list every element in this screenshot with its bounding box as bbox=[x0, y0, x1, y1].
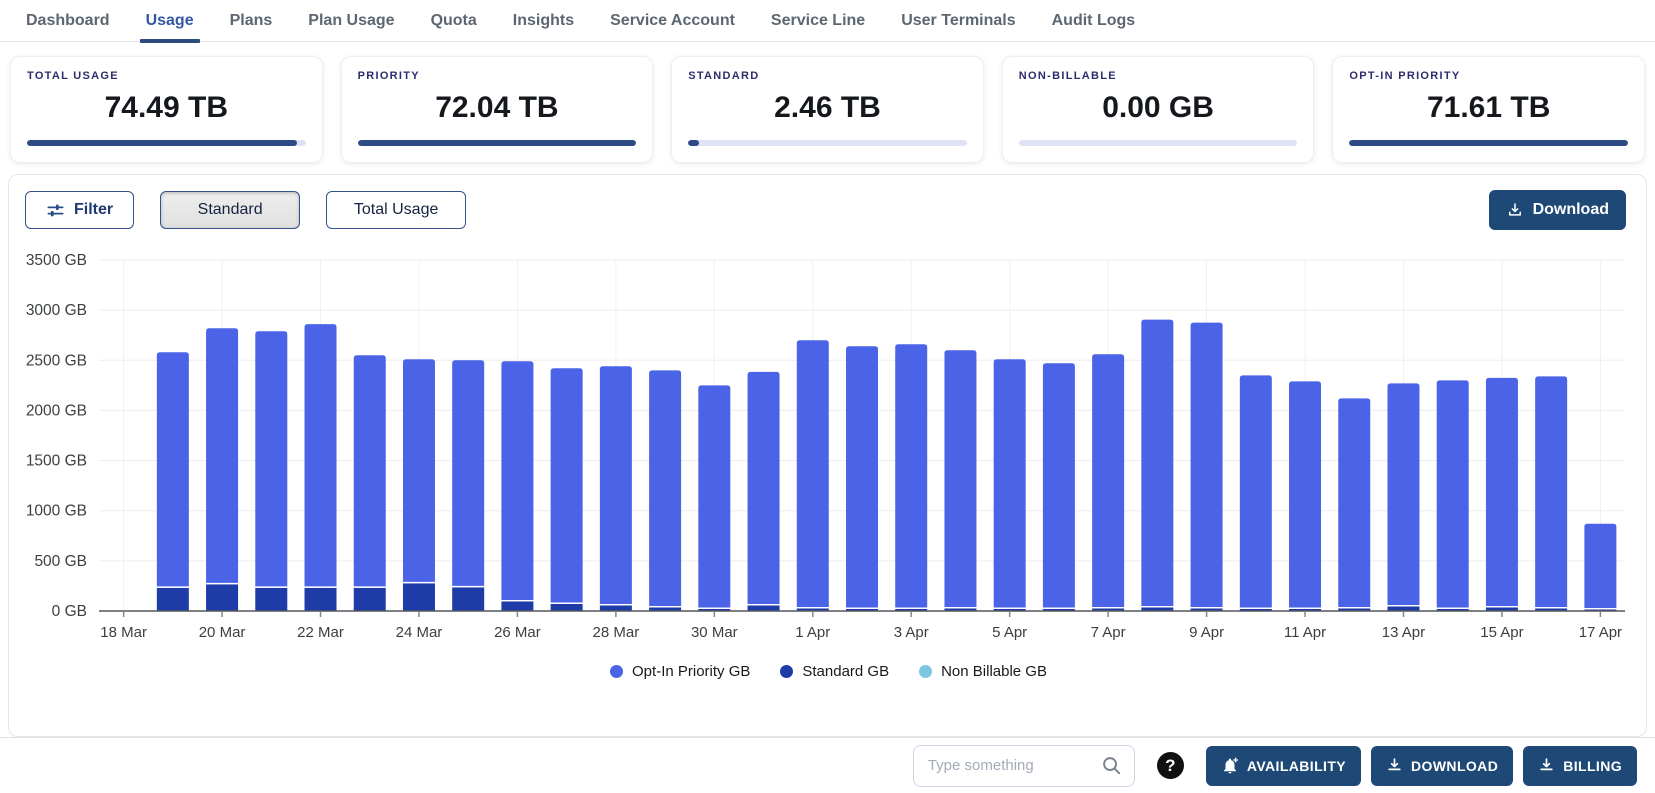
legend-label: Opt-In Priority GB bbox=[632, 663, 750, 680]
svg-text:22 Mar: 22 Mar bbox=[297, 624, 344, 641]
nav-tab-insights[interactable]: Insights bbox=[513, 0, 574, 42]
svg-text:500 GB: 500 GB bbox=[34, 553, 87, 570]
legend-item-non-billable[interactable]: Non Billable GB bbox=[919, 663, 1047, 680]
svg-text:30 Mar: 30 Mar bbox=[691, 624, 738, 641]
chart-toolbar: Filter Standard Total Usage Download bbox=[9, 175, 1646, 240]
svg-text:0 GB: 0 GB bbox=[52, 603, 87, 620]
svg-text:2500 GB: 2500 GB bbox=[26, 352, 87, 369]
svg-text:28 Mar: 28 Mar bbox=[593, 624, 640, 641]
svg-text:1 Apr: 1 Apr bbox=[795, 624, 830, 641]
svg-text:1000 GB: 1000 GB bbox=[26, 503, 87, 520]
help-button[interactable]: ? bbox=[1157, 752, 1184, 779]
download-icon bbox=[1506, 201, 1524, 219]
legend-item-standard[interactable]: Standard GB bbox=[780, 663, 889, 680]
svg-text:20 Mar: 20 Mar bbox=[199, 624, 246, 641]
legend-dot-non-billable bbox=[919, 665, 932, 678]
usage-panel: Filter Standard Total Usage Download 0 G… bbox=[8, 174, 1647, 737]
usage-stacked-bar-chart: 0 GB 500 GB 1000 GB 1500 GB 2000 GB 2500 GB 30… bbox=[19, 246, 1639, 648]
filter-button[interactable]: Filter bbox=[25, 191, 134, 229]
view-toggle-standard[interactable]: Standard bbox=[160, 191, 300, 229]
nav-tab-usage[interactable]: Usage bbox=[146, 0, 194, 42]
download-button[interactable]: Download bbox=[1489, 190, 1626, 230]
download-report-button[interactable]: DOWNLOAD bbox=[1371, 746, 1513, 786]
svg-text:13 Apr: 13 Apr bbox=[1382, 624, 1425, 641]
search-box bbox=[913, 745, 1135, 787]
nav-tab-service-line[interactable]: Service Line bbox=[771, 0, 865, 42]
view-toggle-label: Standard bbox=[198, 201, 263, 219]
download-icon bbox=[1538, 757, 1555, 774]
availability-button-label: AVAILABILITY bbox=[1247, 758, 1346, 774]
card-value: 0.00 GB bbox=[1019, 91, 1298, 125]
progress-bar-fill bbox=[27, 140, 297, 146]
svg-text:11 Apr: 11 Apr bbox=[1284, 624, 1326, 641]
nav-tab-plan-usage[interactable]: Plan Usage bbox=[308, 0, 394, 42]
card-value: 74.49 TB bbox=[27, 91, 306, 125]
legend-label: Non Billable GB bbox=[941, 663, 1047, 680]
search-icon[interactable] bbox=[1100, 754, 1123, 782]
progress-bar-fill bbox=[358, 140, 637, 146]
legend-item-opt-in-priority[interactable]: Opt-In Priority GB bbox=[610, 663, 750, 680]
billing-button-label: BILLING bbox=[1563, 758, 1622, 774]
card-value: 2.46 TB bbox=[688, 91, 967, 125]
card-label: PRIORITY bbox=[358, 70, 637, 82]
progress-bar bbox=[688, 140, 967, 146]
filter-button-label: Filter bbox=[74, 201, 113, 219]
svg-text:18 Mar: 18 Mar bbox=[100, 624, 147, 641]
card-opt-in-priority: OPT-IN PRIORITY 71.61 TB bbox=[1332, 56, 1645, 163]
card-non-billable: NON-BILLABLE 0.00 GB bbox=[1002, 56, 1315, 163]
progress-bar-fill bbox=[688, 140, 699, 146]
card-value: 72.04 TB bbox=[358, 91, 637, 125]
svg-text:5 Apr: 5 Apr bbox=[992, 624, 1027, 641]
download-button-label: Download bbox=[1533, 201, 1609, 219]
nav-tab-quota[interactable]: Quota bbox=[431, 0, 477, 42]
download-report-button-label: DOWNLOAD bbox=[1411, 758, 1498, 774]
nav-tab-audit-logs[interactable]: Audit Logs bbox=[1052, 0, 1136, 42]
view-toggle-total-usage[interactable]: Total Usage bbox=[326, 191, 466, 229]
card-standard: STANDARD 2.46 TB bbox=[671, 56, 984, 163]
svg-text:15 Apr: 15 Apr bbox=[1480, 624, 1523, 641]
chart-legend: Opt-In Priority GB Standard GB Non Billa… bbox=[19, 663, 1638, 680]
top-navbar: Dashboard Usage Plans Plan Usage Quota I… bbox=[0, 0, 1655, 42]
billing-button[interactable]: BILLING bbox=[1523, 746, 1637, 786]
progress-bar bbox=[358, 140, 637, 146]
nav-tab-dashboard[interactable]: Dashboard bbox=[26, 0, 110, 42]
bell-plus-icon bbox=[1221, 757, 1239, 775]
svg-text:3500 GB: 3500 GB bbox=[26, 252, 87, 269]
card-label: STANDARD bbox=[688, 70, 967, 82]
help-icon: ? bbox=[1165, 756, 1175, 776]
availability-button[interactable]: AVAILABILITY bbox=[1206, 746, 1361, 786]
progress-bar-fill bbox=[1349, 140, 1628, 146]
svg-text:24 Mar: 24 Mar bbox=[396, 624, 443, 641]
svg-text:7 Apr: 7 Apr bbox=[1091, 624, 1126, 641]
legend-dot-opt-in-priority bbox=[610, 665, 623, 678]
legend-label: Standard GB bbox=[802, 663, 889, 680]
download-icon bbox=[1386, 757, 1403, 774]
svg-text:3 Apr: 3 Apr bbox=[894, 624, 929, 641]
progress-bar bbox=[1349, 140, 1628, 146]
card-value: 71.61 TB bbox=[1349, 91, 1628, 125]
nav-tab-service-account[interactable]: Service Account bbox=[610, 0, 735, 42]
bottom-toolbar: ? AVAILABILITY DOWNLOAD BILLING bbox=[0, 737, 1655, 793]
card-label: NON-BILLABLE bbox=[1019, 70, 1298, 82]
chart-area: 0 GB 500 GB 1000 GB 1500 GB 2000 GB 2500 GB 30… bbox=[9, 240, 1646, 680]
card-total-usage: TOTAL USAGE 74.49 TB bbox=[10, 56, 323, 163]
svg-text:17 Apr: 17 Apr bbox=[1579, 624, 1622, 641]
card-priority: PRIORITY 72.04 TB bbox=[341, 56, 654, 163]
nav-tab-plans[interactable]: Plans bbox=[230, 0, 273, 42]
legend-dot-standard bbox=[780, 665, 793, 678]
filter-icon bbox=[46, 201, 65, 220]
svg-text:26 Mar: 26 Mar bbox=[494, 624, 541, 641]
progress-bar bbox=[1019, 140, 1298, 146]
view-toggle-label: Total Usage bbox=[354, 201, 439, 219]
svg-text:9 Apr: 9 Apr bbox=[1189, 624, 1224, 641]
svg-text:1500 GB: 1500 GB bbox=[26, 453, 87, 470]
card-label: TOTAL USAGE bbox=[27, 70, 306, 82]
card-label: OPT-IN PRIORITY bbox=[1349, 70, 1628, 82]
nav-tab-user-terminals[interactable]: User Terminals bbox=[901, 0, 1015, 42]
progress-bar bbox=[27, 140, 306, 146]
svg-text:2000 GB: 2000 GB bbox=[26, 402, 87, 419]
stat-cards-row: TOTAL USAGE 74.49 TB PRIORITY 72.04 TB S… bbox=[0, 42, 1655, 175]
svg-text:3000 GB: 3000 GB bbox=[26, 302, 87, 319]
